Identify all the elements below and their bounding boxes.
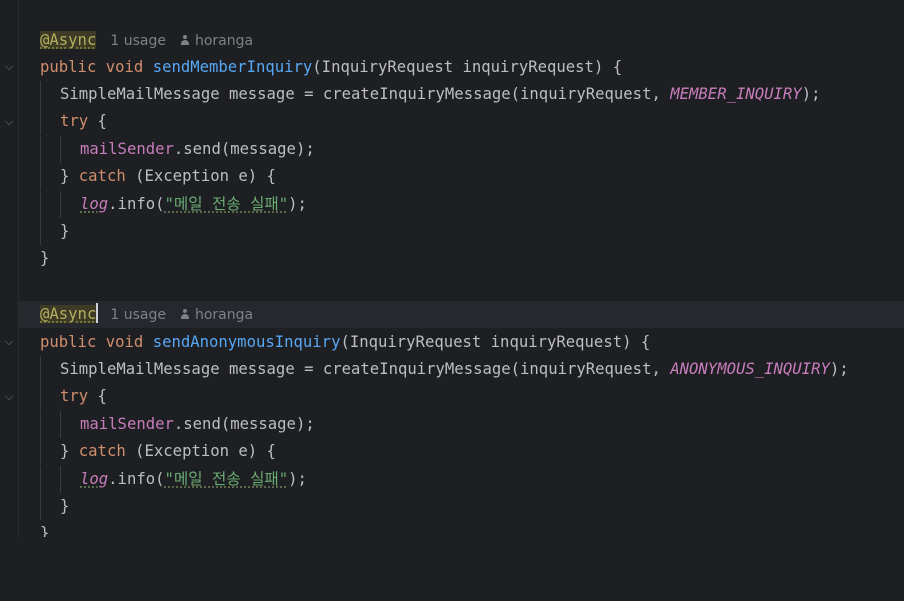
- indent-guide: [60, 466, 61, 493]
- method-params: (InquiryRequest inquiryRequest) {: [312, 58, 623, 76]
- code-line: public void sendAnonymousInquiry(Inquiry…: [19, 329, 904, 356]
- keyword: void: [105, 58, 144, 76]
- author-hint[interactable]: horanga: [195, 307, 253, 323]
- indent-guide: [40, 191, 41, 218]
- fold-chevron-icon[interactable]: ⌵: [3, 336, 15, 348]
- indent-guide: [40, 218, 41, 245]
- keyword: catch: [78, 442, 126, 460]
- code-line: }: [19, 218, 904, 245]
- indent-guide: [60, 136, 61, 163]
- constant[interactable]: MEMBER_INQUIRY: [670, 85, 801, 103]
- code-line: SimpleMailMessage message = createInquir…: [19, 81, 904, 108]
- keyword: public: [40, 333, 97, 351]
- statement: SimpleMailMessage message = createInquir…: [60, 85, 671, 103]
- keyword: void: [105, 333, 144, 351]
- field[interactable]: mailSender: [80, 415, 174, 433]
- field[interactable]: mailSender: [80, 140, 174, 158]
- statement-end: );: [801, 85, 821, 103]
- method-name[interactable]: sendAnonymousInquiry: [153, 333, 341, 351]
- code-line: }: [19, 520, 904, 537]
- keyword: public: [40, 58, 97, 76]
- statement: .send(message);: [173, 415, 315, 433]
- statement-end: );: [829, 360, 849, 378]
- indent-guide: [60, 191, 61, 218]
- catch-params: (Exception e) {: [125, 167, 276, 185]
- user-icon: [180, 309, 190, 320]
- fold-chevron-icon[interactable]: ⌵: [3, 391, 15, 403]
- indent-guide: [40, 108, 41, 135]
- statement-end: );: [288, 470, 307, 488]
- brace: }: [60, 442, 79, 460]
- log-variable[interactable]: log: [80, 470, 108, 488]
- code-line: SimpleMailMessage message = createInquir…: [19, 356, 904, 383]
- annotation[interactable]: @Async: [40, 31, 97, 49]
- annotation[interactable]: @Async: [40, 305, 97, 323]
- fold-chevron-icon[interactable]: ⌵: [3, 61, 15, 73]
- usage-hint[interactable]: 1 usage: [110, 33, 166, 49]
- code-line: mailSender.send(message);: [19, 411, 904, 438]
- text-caret: [96, 303, 99, 323]
- statement-end: );: [288, 195, 307, 213]
- fold-chevron-icon[interactable]: ⌵: [3, 116, 15, 128]
- indent-guide: [40, 136, 41, 163]
- statement: .send(message);: [173, 140, 315, 158]
- code-line: public void sendMemberInquiry(InquiryReq…: [19, 54, 904, 81]
- usage-hint[interactable]: 1 usage: [110, 307, 166, 323]
- string-literal: "메일 전송 실패": [164, 470, 289, 488]
- indent-guide: [40, 383, 41, 410]
- keyword: try: [60, 112, 89, 130]
- indent-guide: [40, 438, 41, 465]
- statement: SimpleMailMessage message = createInquir…: [60, 360, 671, 378]
- author-hint[interactable]: horanga: [195, 33, 253, 49]
- code-line: @Async 1 usage horanga: [19, 27, 904, 54]
- indent-guide: [40, 163, 41, 190]
- code-line: mailSender.send(message);: [19, 136, 904, 163]
- indent-guide: [40, 356, 41, 383]
- keyword: catch: [78, 167, 126, 185]
- log-variable[interactable]: log: [80, 195, 108, 213]
- method-name[interactable]: sendMemberInquiry: [153, 58, 313, 76]
- brace: }: [40, 249, 50, 267]
- brace: {: [88, 112, 107, 130]
- method-call: .info(: [108, 195, 165, 213]
- editor-gutter: ⌵ ⌵ ⌵ ⌵: [0, 0, 19, 537]
- code-line: }: [19, 245, 904, 272]
- catch-params: (Exception e) {: [125, 442, 276, 460]
- indent-guide: [40, 466, 41, 493]
- code-line: try {: [19, 383, 904, 410]
- method-params: (InquiryRequest inquiryRequest) {: [340, 333, 651, 351]
- brace: }: [60, 167, 79, 185]
- code-line: try {: [19, 108, 904, 135]
- brace: }: [40, 524, 50, 537]
- string-literal: "메일 전송 실패": [164, 195, 289, 213]
- constant[interactable]: ANONYMOUS_INQUIRY: [670, 360, 830, 378]
- indent-guide: [40, 411, 41, 438]
- indent-guide: [40, 493, 41, 520]
- code-line: } catch (Exception e) {: [19, 163, 904, 190]
- indent-guide: [60, 411, 61, 438]
- code-line: log.info("메일 전송 실패");: [19, 191, 904, 218]
- code-editor[interactable]: @Async 1 usage horanga public void sendMem…: [19, 0, 904, 537]
- keyword: try: [60, 387, 89, 405]
- brace: }: [60, 497, 70, 515]
- code-line: } catch (Exception e) {: [19, 438, 904, 465]
- method-call: .info(: [108, 470, 165, 488]
- code-line-current: @Async 1 usage horanga: [19, 301, 904, 328]
- brace: {: [88, 387, 107, 405]
- brace: }: [60, 222, 70, 240]
- code-line: log.info("메일 전송 실패");: [19, 466, 904, 493]
- indent-guide: [40, 81, 41, 108]
- code-line: }: [19, 493, 904, 520]
- user-icon: [180, 35, 190, 46]
